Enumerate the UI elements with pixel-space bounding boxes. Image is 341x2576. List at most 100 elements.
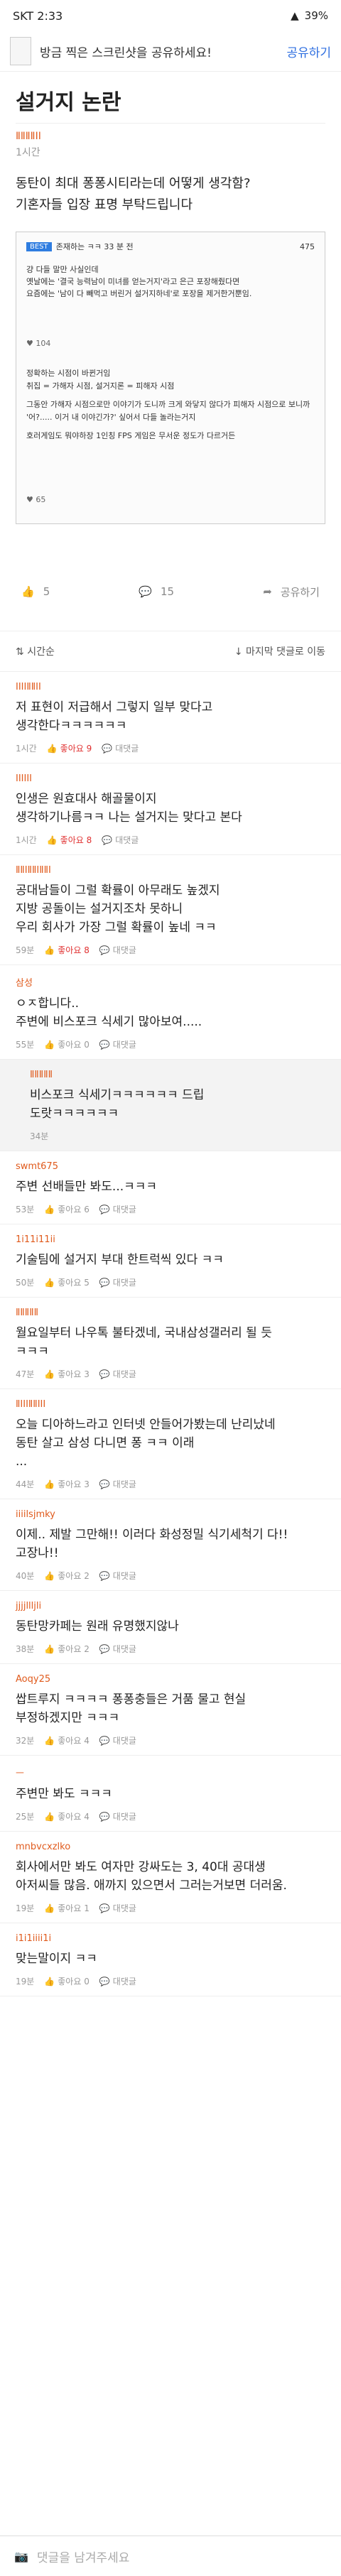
reply-comment: ⅡⅡⅡⅡⅡ 비스포크 식세기ㅋㅋㅋㅋㅋㅋ 드립 도랏ㅋㅋㅋㅋㅋㅋ 34분 bbox=[0, 1060, 341, 1151]
post-image[interactable]: BEST 존재하는 ㅋㅋ 33 분 전 475 걍 다들 말만 사실인데 옛날에… bbox=[16, 232, 325, 524]
reply-button[interactable]: 💬 대댓글 bbox=[99, 1975, 136, 1987]
comment-item: ㅡ 주변만 봐도 ㅋㅋㅋ 25분 👍 좋아요 4 💬 대댓글 bbox=[0, 1756, 341, 1832]
comment-like-button[interactable]: 👍 좋아요 1 bbox=[44, 1902, 90, 1914]
comment-like-button[interactable]: 👍 좋아요 3 bbox=[44, 1478, 90, 1490]
comment-author[interactable]: 삼성 bbox=[16, 975, 325, 989]
reply-label: 대댓글 bbox=[112, 1812, 136, 1822]
screenshot-thumbnail[interactable] bbox=[10, 37, 31, 65]
share-post-button[interactable]: ➦ 공유하기 bbox=[263, 585, 320, 599]
comment-meta: 25분 👍 좋아요 4 💬 대댓글 bbox=[16, 1810, 325, 1822]
reply-button[interactable]: 💬 대댓글 bbox=[99, 1203, 136, 1215]
comment-author[interactable]: 1i11i11ii bbox=[16, 1234, 325, 1245]
post-author[interactable]: ⅡⅡⅡⅡⅠⅠ bbox=[0, 124, 341, 142]
reply-button[interactable]: 💬 대댓글 bbox=[99, 944, 136, 956]
reply-button[interactable]: 💬 대댓글 bbox=[102, 742, 139, 754]
thumbs-up-icon: 👍 bbox=[44, 1570, 55, 1581]
comment-button[interactable]: 💬 15 bbox=[139, 585, 174, 598]
image-line: 호러게임도 뭐야하장 1인칭 FPS 게임은 무서운 정도가 다르거든 bbox=[26, 431, 236, 440]
speech-bubble-icon: 💬 bbox=[139, 585, 153, 598]
comment-author[interactable]: ⅠⅠⅠⅠⅠⅠ bbox=[16, 773, 325, 784]
image-line: 정확하는 시점이 바뀐거임 bbox=[26, 369, 111, 378]
reply-button[interactable]: 💬 대댓글 bbox=[99, 1478, 136, 1490]
best-badge: BEST bbox=[26, 241, 52, 251]
reply-button[interactable]: 💬 대댓글 bbox=[99, 1368, 136, 1380]
share-button[interactable]: 공유하기 bbox=[286, 43, 331, 60]
comment-author[interactable]: Aoqy25 bbox=[16, 1674, 325, 1685]
comment-like-button[interactable]: 👍 좋아요 5 bbox=[44, 1276, 90, 1288]
reply-button[interactable]: 💬 대댓글 bbox=[99, 1276, 136, 1288]
comment-author[interactable]: ⅡⅡⅡⅡⅡ bbox=[16, 1308, 325, 1318]
comment-like-label: 좋아요 0 bbox=[58, 1040, 90, 1050]
comment-author[interactable]: ㅡ bbox=[16, 1766, 325, 1779]
comment-author[interactable]: ⅡⅡⅡⅡⅡ bbox=[30, 1070, 325, 1080]
reply-button[interactable]: 💬 대댓글 bbox=[99, 1643, 136, 1655]
comment-item: Aoqy25 쌉트루지 ㅋㅋㅋㅋ 퐁퐁충들은 거품 물고 현실 부정하겠지만 ㅋㅋ… bbox=[0, 1664, 341, 1756]
comment-text: 주변만 봐도 ㅋㅋㅋ bbox=[16, 1787, 112, 1801]
reply-label: 대댓글 bbox=[112, 1571, 136, 1581]
comment-like-button[interactable]: 👍 좋아요 3 bbox=[44, 1368, 90, 1380]
comment-author[interactable]: ⅠⅠⅠⅠⅡⅡⅠⅠ bbox=[16, 682, 325, 692]
comment-like-button[interactable]: 👍 좋아요 0 bbox=[44, 1975, 90, 1987]
comment-time: 19분 bbox=[16, 1903, 35, 1913]
comment-like-label: 좋아요 8 bbox=[60, 835, 92, 845]
comment-time: 19분 bbox=[16, 1977, 35, 1987]
like-button[interactable]: 👍 5 bbox=[21, 585, 50, 598]
comment-like-button[interactable]: 👍 좋아요 4 bbox=[44, 1734, 90, 1746]
reply-button[interactable]: 💬 대댓글 bbox=[99, 1570, 136, 1582]
comment-like-button[interactable]: 👍 좋아요 8 bbox=[44, 944, 90, 956]
comment-like-button[interactable]: 👍 좋아요 0 bbox=[44, 1038, 90, 1050]
comment-like-button[interactable]: 👍 좋아요 2 bbox=[44, 1570, 90, 1582]
reply-label: 대댓글 bbox=[115, 744, 139, 754]
reply-button[interactable]: 💬 대댓글 bbox=[99, 1038, 136, 1050]
reply-label: 대댓글 bbox=[112, 1977, 136, 1987]
comment-text: ㅇㅈ합니다.. 주변에 비스포크 식세기 많아보여..... bbox=[16, 996, 202, 1029]
camera-icon[interactable]: 📷 bbox=[14, 2550, 28, 2563]
comment-text: 쌉트루지 ㅋㅋㅋㅋ 퐁퐁충들은 거품 물고 현실 부정하겠지만 ㅋㅋㅋ bbox=[16, 1692, 247, 1725]
reply-button[interactable]: 💬 대댓글 bbox=[99, 1810, 136, 1822]
comment-text: 맞는말이지 ㅋㅋ bbox=[16, 1952, 97, 1966]
sort-order-button[interactable]: ⇅ 시간순 bbox=[16, 644, 55, 658]
comment-like-button[interactable]: 👍 좋아요 8 bbox=[47, 834, 92, 846]
image-line: 걍 다들 말만 사실인데 bbox=[26, 265, 99, 274]
comment-time: 38분 bbox=[16, 1644, 35, 1654]
comment-like-label: 좋아요 6 bbox=[58, 1205, 90, 1214]
comment-author[interactable]: mnbvcxzlko bbox=[16, 1842, 325, 1852]
comment-author[interactable]: ⅡⅡⅠⅡⅡⅠⅡⅡⅠ bbox=[16, 865, 325, 876]
jump-last-comment-button[interactable]: ↓ 마지막 댓글로 이동 bbox=[234, 644, 325, 658]
comment-like-button[interactable]: 👍 좋아요 2 bbox=[44, 1643, 90, 1655]
status-bar: SKT 2:33 ▲ 39% bbox=[0, 0, 341, 31]
reply-button[interactable]: 💬 대댓글 bbox=[99, 1734, 136, 1746]
comment-author[interactable]: swmt675 bbox=[16, 1161, 325, 1172]
comment-item: ⅠⅠⅠⅠⅡⅡⅠⅠ 저 표현이 저급해서 그렇지 일부 맞다고 생각한다ㅋㅋㅋㅋㅋㅋ… bbox=[0, 672, 341, 763]
thumbs-up-icon: 👍 bbox=[44, 1735, 55, 1746]
comment-like-label: 좋아요 3 bbox=[58, 1479, 90, 1489]
comment-author[interactable]: jjjjllljli bbox=[16, 1601, 325, 1612]
speech-bubble-icon: 💬 bbox=[99, 1643, 110, 1654]
comment-meta: 40분 👍 좋아요 2 💬 대댓글 bbox=[16, 1570, 325, 1582]
reply-button[interactable]: 💬 대댓글 bbox=[99, 1902, 136, 1914]
comment-text: 주변 선배들만 봐도...ㅋㅋㅋ bbox=[16, 1180, 158, 1194]
like-count: 5 bbox=[43, 585, 50, 598]
comment-author[interactable]: iiiilsjmky bbox=[16, 1509, 325, 1520]
reply-label: 대댓글 bbox=[112, 1644, 136, 1654]
thumbs-up-icon: 👍 bbox=[44, 1369, 55, 1379]
comment-item: mnbvcxzlko 회사에서만 봐도 여자만 강싸도는 3, 40대 공대생 아… bbox=[0, 1832, 341, 1923]
comment-time: 1시간 bbox=[16, 744, 37, 754]
reply-button[interactable]: 💬 대댓글 bbox=[102, 834, 139, 846]
comment-like-button[interactable]: 👍 좋아요 9 bbox=[47, 742, 92, 754]
reply-label: 대댓글 bbox=[115, 835, 139, 845]
image-line: 취집 = 가해자 시점, 설거지론 = 피해자 시점 bbox=[26, 381, 175, 391]
comment-meta: 19분 👍 좋아요 0 💬 대댓글 bbox=[16, 1975, 325, 1987]
comment-like-label: 좋아요 4 bbox=[58, 1736, 90, 1746]
comment-meta: 1시간 👍 좋아요 9 💬 대댓글 bbox=[16, 742, 325, 754]
comment-like-button[interactable]: 👍 좋아요 6 bbox=[44, 1203, 90, 1215]
comment-like-label: 좋아요 5 bbox=[58, 1278, 90, 1288]
comment-input[interactable]: 댓글을 남겨주세요 bbox=[37, 2548, 130, 2565]
speech-bubble-icon: 💬 bbox=[99, 1277, 110, 1288]
comment-meta: 44분 👍 좋아요 3 💬 대댓글 bbox=[16, 1478, 325, 1490]
comment-time: 40분 bbox=[16, 1571, 35, 1581]
comment-author[interactable]: i1i1iiii1i bbox=[16, 1933, 325, 1944]
comment-text: 기술팀에 설거지 부대 한트럭씩 있다 ㅋㅋ bbox=[16, 1253, 224, 1267]
comment-author[interactable]: ⅡⅠⅠⅠⅡⅡⅠⅠⅠ bbox=[16, 1399, 325, 1410]
comment-like-button[interactable]: 👍 좋아요 4 bbox=[44, 1810, 90, 1822]
